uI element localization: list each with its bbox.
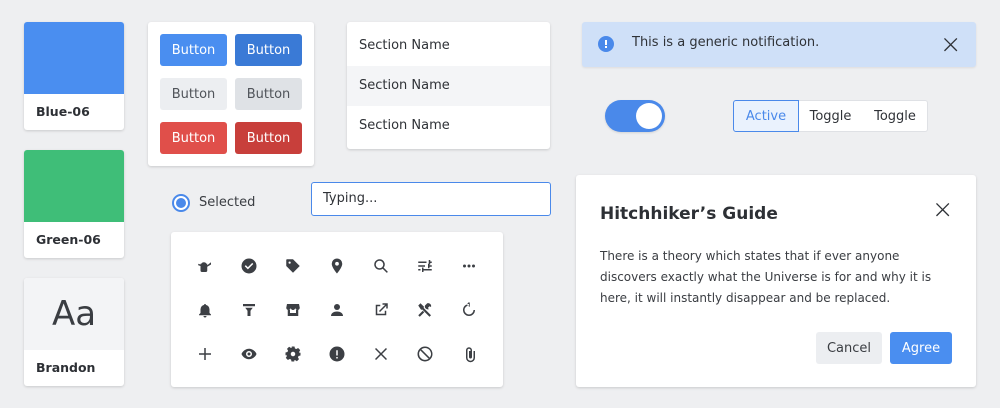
danger-button-hover[interactable]: Button: [235, 122, 302, 154]
more-horizontal-icon[interactable]: [457, 254, 481, 278]
danger-button[interactable]: Button: [160, 122, 227, 154]
info-icon: [598, 36, 614, 52]
primary-button-hover[interactable]: Button: [235, 34, 302, 66]
cancel-button[interactable]: Cancel: [816, 332, 882, 364]
store-icon[interactable]: [281, 298, 305, 322]
check-circle-icon[interactable]: [237, 254, 261, 278]
section-item[interactable]: Section Name: [347, 106, 550, 146]
swatch-blue: Blue-06: [24, 22, 124, 130]
sliders-icon[interactable]: [413, 254, 437, 278]
segment-toggle[interactable]: Toggle: [863, 100, 928, 132]
swatch-typeface: Aa Brandon: [24, 278, 124, 386]
primary-button[interactable]: Button: [160, 34, 227, 66]
search-icon[interactable]: [369, 254, 393, 278]
refresh-icon[interactable]: [457, 298, 481, 322]
segment-active[interactable]: Active: [733, 100, 799, 132]
segment-toggle[interactable]: Toggle: [798, 100, 864, 132]
user-icon[interactable]: [325, 298, 349, 322]
section-list: Section Name Section Name Section Name: [347, 22, 550, 149]
dialog-body: There is a theory which states that if e…: [600, 249, 932, 305]
block-icon[interactable]: [413, 342, 437, 366]
radio-button[interactable]: [172, 194, 190, 212]
toggle-switch[interactable]: [605, 100, 665, 132]
dialog-title: Hitchhiker’s Guide: [600, 204, 778, 224]
radio-label: Selected: [199, 195, 256, 210]
secondary-button-hover[interactable]: Button: [235, 78, 302, 110]
secondary-button[interactable]: Button: [160, 78, 227, 110]
eye-icon[interactable]: [237, 342, 261, 366]
notification-text: This is a generic notification.: [632, 35, 820, 50]
bell-icon[interactable]: [193, 298, 217, 322]
tag-icon[interactable]: [281, 254, 305, 278]
close-icon[interactable]: [934, 201, 950, 217]
swatch-label: Green-06: [36, 232, 101, 247]
swatch-chip: [24, 22, 124, 94]
swatch-label: Brandon: [36, 360, 96, 375]
filter-icon[interactable]: [237, 298, 261, 322]
typeface-sample: Aa: [24, 278, 124, 350]
icon-grid: [171, 232, 503, 387]
agree-button[interactable]: Agree: [890, 332, 952, 364]
close-icon[interactable]: [369, 342, 393, 366]
text-input[interactable]: Typing...: [311, 182, 551, 216]
notification-banner: This is a generic notification.: [582, 22, 976, 67]
gear-icon[interactable]: [281, 342, 305, 366]
swatch-green: Green-06: [24, 150, 124, 258]
radio-dot: [176, 198, 186, 208]
tools-icon[interactable]: [413, 298, 437, 322]
buttons-card: Button Button Button Button Button Butto…: [148, 22, 314, 166]
toggle-knob: [636, 103, 662, 129]
map-pin-icon[interactable]: [325, 254, 349, 278]
alert-circle-icon[interactable]: [325, 342, 349, 366]
section-item-hover[interactable]: Section Name: [347, 66, 550, 106]
section-item[interactable]: Section Name: [347, 26, 550, 66]
swatch-chip: [24, 150, 124, 222]
dialog: Hitchhiker’s Guide There is a theory whi…: [576, 175, 976, 387]
paperclip-icon[interactable]: [457, 342, 481, 366]
plus-icon[interactable]: [193, 342, 217, 366]
close-icon[interactable]: [942, 36, 958, 52]
watering-can-icon[interactable]: [193, 254, 217, 278]
swatch-label: Blue-06: [36, 104, 90, 119]
external-link-icon[interactable]: [369, 298, 393, 322]
